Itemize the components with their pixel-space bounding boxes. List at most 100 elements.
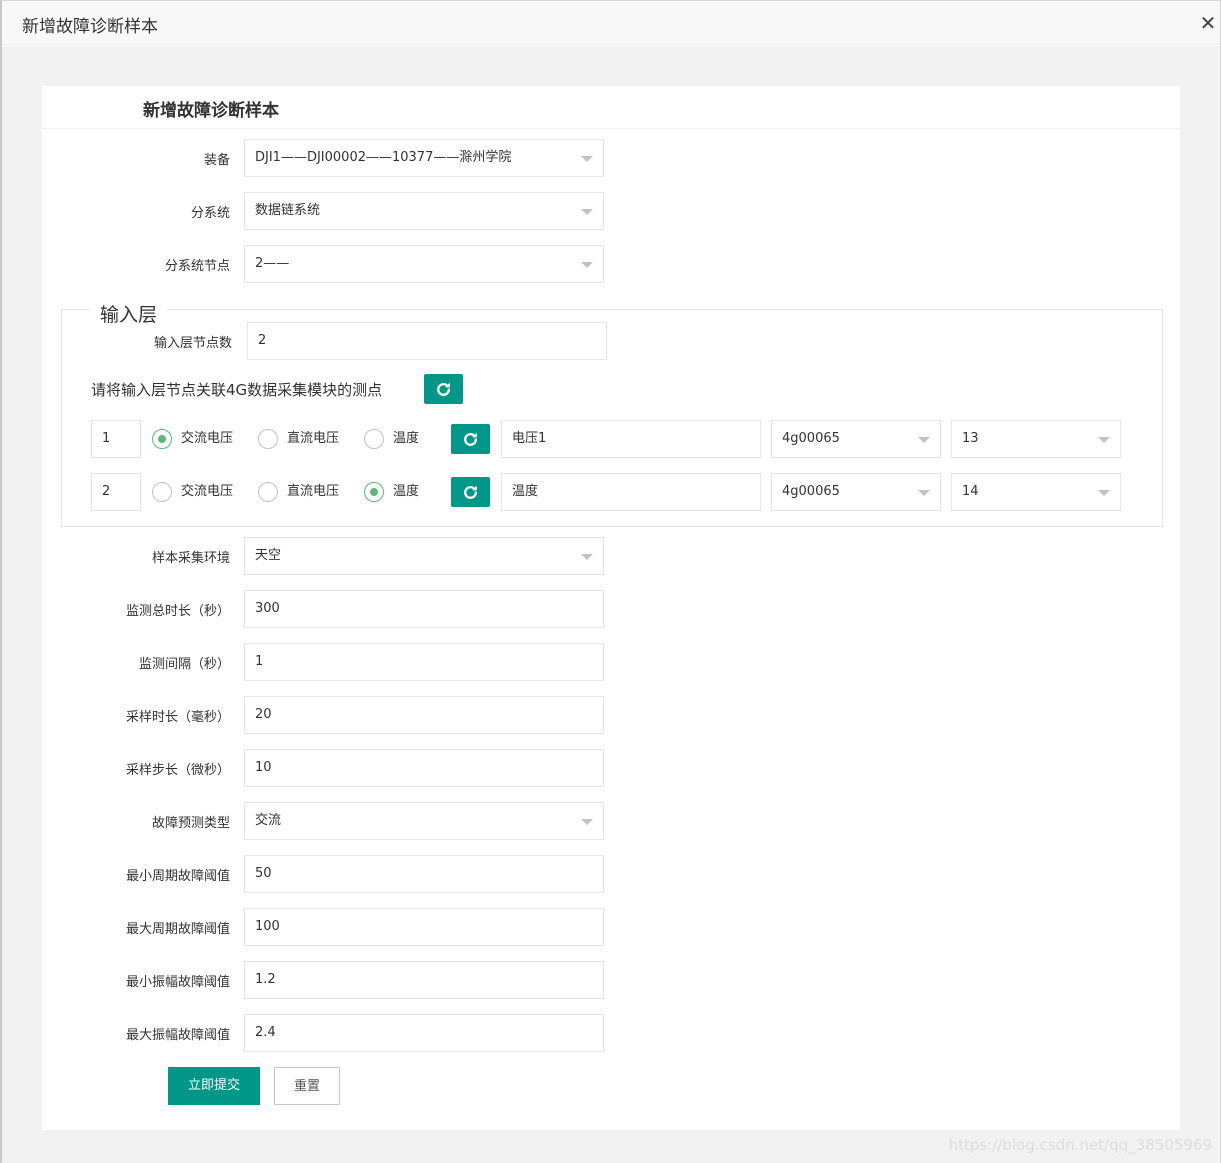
watermark: https://blog.csdn.net/qq_38505969 — [948, 1136, 1212, 1154]
interval-value: 1 — [255, 654, 264, 669]
subsystem-row: 分系统 数据链系统 — [42, 192, 642, 230]
equipment-value: DJI1——DJI00002——10377——滁州学院 — [255, 150, 512, 165]
close-icon[interactable]: ✕ — [1198, 11, 1218, 35]
input-node-index[interactable]: 1 — [91, 420, 141, 458]
radio-label: 交流电压 — [181, 431, 234, 446]
radio-label: 温度 — [393, 431, 420, 446]
sample-duration-label: 采样时长（毫秒） — [125, 710, 230, 725]
equipment-select[interactable]: DJI1——DJI00002——10377——滁州学院 — [244, 139, 604, 177]
input-node-count-label: 输入层节点数 — [153, 336, 232, 351]
sample-step-row: 采样步长（微秒） 10 — [42, 749, 642, 787]
environment-select[interactable]: 天空 — [244, 537, 604, 575]
point-name-field[interactable]: 电压1 — [501, 420, 761, 458]
dialog-titlebar: 新增故障诊断样本 ✕ — [2, 1, 1220, 45]
module-select[interactable]: 4g00065 — [771, 473, 941, 511]
radio-dot — [258, 482, 278, 502]
fault-type-select[interactable]: 交流 — [244, 802, 604, 840]
radio-dot — [152, 482, 172, 502]
total-duration-value: 300 — [255, 601, 280, 616]
subsystem-node-row: 分系统节点 2—— — [42, 245, 642, 283]
chevron-down-icon — [581, 262, 593, 268]
min-period-label: 最小周期故障阈值 — [125, 869, 230, 884]
card-header: 新增故障诊断样本 — [42, 86, 1180, 129]
radio-label: 直流电压 — [287, 431, 340, 446]
sample-duration-field[interactable]: 20 — [244, 696, 604, 734]
chevron-down-icon — [1098, 437, 1110, 443]
point-name-value: 电压1 — [512, 431, 547, 446]
chevron-down-icon — [581, 819, 593, 825]
max-period-field[interactable]: 100 — [244, 908, 604, 946]
radio-label: 交流电压 — [181, 484, 234, 499]
channel-value: 13 — [962, 431, 979, 446]
channel-select[interactable]: 13 — [951, 420, 1121, 458]
refresh-row-button[interactable] — [451, 477, 490, 507]
chevron-down-icon — [918, 437, 930, 443]
link-hint: 请将输入层节点关联4G数据采集模块的测点 — [91, 381, 383, 399]
point-name-field[interactable]: 温度 — [501, 473, 761, 511]
dialog-window: 新增故障诊断样本 ✕ 新增故障诊断样本 装备 DJI1——DJI00002——1… — [0, 0, 1221, 1163]
refresh-all-button[interactable] — [424, 374, 463, 404]
total-duration-field[interactable]: 300 — [244, 590, 604, 628]
max-amplitude-value: 2.4 — [255, 1025, 276, 1040]
min-period-row: 最小周期故障阈值 50 — [42, 855, 642, 893]
submit-button[interactable]: 立即提交 — [168, 1067, 260, 1105]
module-value: 4g00065 — [782, 431, 840, 446]
fault-type-label: 故障预测类型 — [151, 816, 230, 831]
input-node-count-field[interactable]: 2 — [247, 322, 607, 360]
form-card: 新增故障诊断样本 装备 DJI1——DJI00002——10377——滁州学院 … — [42, 86, 1180, 1130]
subsystem-label: 分系统 — [190, 206, 230, 221]
max-period-label: 最大周期故障阈值 — [125, 922, 230, 937]
radio-dot — [364, 429, 384, 449]
point-name-value: 温度 — [512, 484, 539, 499]
chevron-down-icon — [581, 209, 593, 215]
total-duration-row: 监测总时长（秒） 300 — [42, 590, 642, 628]
channel-value: 14 — [962, 484, 979, 499]
max-amplitude-field[interactable]: 2.4 — [244, 1014, 604, 1052]
min-period-field[interactable]: 50 — [244, 855, 604, 893]
refresh-icon — [464, 485, 477, 499]
min-amplitude-row: 最小振幅故障阈值 1.2 — [42, 961, 642, 999]
sample-step-value: 10 — [255, 760, 272, 775]
equipment-row: 装备 DJI1——DJI00002——10377——滁州学院 — [42, 139, 642, 177]
input-node-count-value: 2 — [258, 333, 267, 348]
module-value: 4g00065 — [782, 484, 840, 499]
chevron-down-icon — [918, 490, 930, 496]
chevron-down-icon — [581, 554, 593, 560]
max-amplitude-row: 最大振幅故障阈值 2.4 — [42, 1014, 642, 1052]
equipment-label: 装备 — [203, 153, 230, 168]
environment-value: 天空 — [255, 548, 282, 563]
sample-duration-value: 20 — [255, 707, 272, 722]
input-node-index-value: 2 — [102, 484, 111, 499]
interval-field[interactable]: 1 — [244, 643, 604, 681]
sample-step-label: 采样步长（微秒） — [125, 763, 230, 778]
refresh-row-button[interactable] — [451, 424, 490, 454]
max-period-row: 最大周期故障阈值 100 — [42, 908, 642, 946]
chevron-down-icon — [581, 156, 593, 162]
subsystem-node-select[interactable]: 2—— — [244, 245, 604, 283]
subsystem-node-label: 分系统节点 — [164, 259, 230, 274]
input-node-index[interactable]: 2 — [91, 473, 141, 511]
min-amplitude-label: 最小振幅故障阈值 — [125, 975, 230, 990]
min-period-value: 50 — [255, 866, 272, 881]
total-duration-label: 监测总时长（秒） — [125, 604, 230, 619]
dialog-content: 新增故障诊断样本 装备 DJI1——DJI00002——10377——滁州学院 … — [2, 46, 1220, 1163]
radio-dot — [258, 429, 278, 449]
subsystem-node-value: 2—— — [255, 256, 290, 271]
radio-label: 温度 — [393, 484, 420, 499]
fault-type-row: 故障预测类型 交流 — [42, 802, 642, 840]
input-node-count-row: 输入层节点数 2 — [42, 322, 642, 360]
radio-dot — [152, 429, 172, 449]
reset-button[interactable]: 重置 — [274, 1067, 340, 1105]
interval-row: 监测间隔（秒） 1 — [42, 643, 642, 681]
min-amplitude-value: 1.2 — [255, 972, 276, 987]
subsystem-select[interactable]: 数据链系统 — [244, 192, 604, 230]
radio-dot — [364, 482, 384, 502]
min-amplitude-field[interactable]: 1.2 — [244, 961, 604, 999]
channel-select[interactable]: 14 — [951, 473, 1121, 511]
module-select[interactable]: 4g00065 — [771, 420, 941, 458]
sample-step-field[interactable]: 10 — [244, 749, 604, 787]
form-heading: 新增故障诊断样本 — [143, 101, 279, 121]
refresh-icon — [437, 382, 450, 396]
max-period-value: 100 — [255, 919, 280, 934]
interval-label: 监测间隔（秒） — [138, 657, 230, 672]
